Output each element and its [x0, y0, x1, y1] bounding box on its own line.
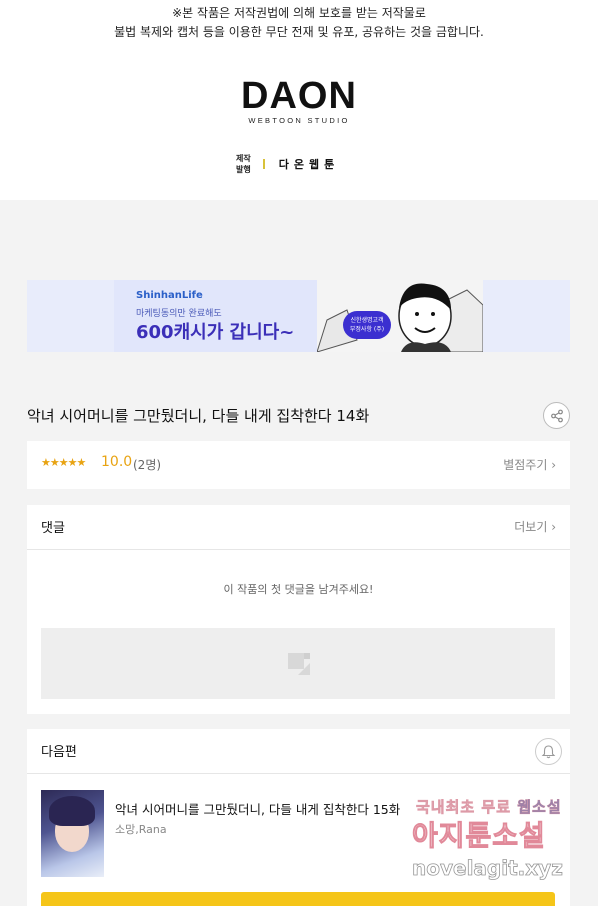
next-episode-author: 소망,Rana — [115, 823, 167, 836]
comments-divider — [27, 549, 570, 550]
comments-panel: 댓글 더보기 › 이 작품의 첫 댓글을 남겨주세요! — [27, 505, 570, 714]
next-episode-divider — [27, 773, 570, 774]
notice-line-1: ※본 작품은 저작권법에 의해 보호를 받는 저작물로 — [172, 6, 426, 20]
production-credit: 제작 발행 다온웹툰 — [236, 153, 339, 175]
ad-badge-line-2: 부정사항 (주) — [349, 326, 385, 333]
rating-panel: ★★★★★ 10.0 (2명) 별점주기 › — [27, 441, 570, 489]
next-episode-title[interactable]: 악녀 시어머니를 그만뒀더니, 다들 내게 집착한다 15화 — [115, 799, 400, 818]
thumbnail-hair — [49, 796, 95, 826]
ad-illustration — [316, 280, 484, 352]
share-button[interactable] — [543, 402, 570, 429]
episode-header: 악녀 시어머니를 그만뒀더니, 다들 내게 집착한다 14화 — [27, 400, 570, 430]
comments-heading: 댓글 — [41, 521, 65, 536]
credit-roles: 제작 발행 — [236, 153, 251, 175]
next-episode-button[interactable] — [41, 892, 555, 906]
logo-wordmark: DAON — [241, 75, 357, 117]
ad-cartoon-image — [316, 283, 484, 352]
ad-headline: 600캐시가 갑니다~ — [136, 322, 295, 343]
bell-icon — [541, 745, 556, 759]
pencil-icon — [288, 653, 310, 675]
credit-role-production: 제작 — [236, 154, 251, 163]
share-icon — [550, 409, 563, 422]
ad-banner[interactable]: ShinhanLife 마케팅동의만 완료해도 600캐시가 갑니다~ 신한생명… — [27, 280, 570, 352]
rate-button[interactable]: 별점주기 › — [503, 456, 556, 473]
rating-score: 10.0 — [101, 454, 133, 470]
ad-badge-line-1: 신한생명고객 — [350, 317, 384, 324]
watermark-brand: 아지툰소설 — [412, 819, 546, 853]
episode-title: 악녀 시어머니를 그만뒀더니, 다들 내게 집착한다 14화 — [27, 407, 370, 425]
site-watermark: 국내최초 무료 웹소설 아지툰소설 novelagit.xyz — [410, 796, 580, 891]
copyright-header: ※본 작품은 저작권법에 의해 보호를 받는 저작물로 불법 복제와 캡처 등을… — [0, 0, 598, 200]
credit-divider — [262, 159, 265, 169]
notify-button[interactable] — [535, 738, 562, 765]
next-episode-heading: 다음편 — [41, 745, 77, 760]
comments-more-button[interactable]: 더보기 › — [514, 518, 556, 535]
ad-brand: ShinhanLife — [136, 290, 203, 301]
rating-stars: ★★★★★ — [41, 456, 86, 469]
studio-logo: DAON WEBTOON STUDIO — [0, 75, 598, 125]
comments-empty-message: 이 작품의 첫 댓글을 남겨주세요! — [223, 583, 374, 596]
rating-count: (2명) — [133, 458, 162, 472]
credit-studio-name: 다온웹툰 — [278, 158, 340, 171]
copyright-notice: ※본 작품은 저작권법에 의해 보호를 받는 저작물로 불법 복제와 캡처 등을… — [0, 4, 598, 42]
comment-input[interactable] — [41, 628, 555, 699]
ad-badge: 신한생명고객 부정사항 (주) — [343, 311, 391, 339]
watermark-url: novelagit.xyz — [412, 856, 564, 881]
notice-line-2: 불법 복제와 캡처 등을 이용한 무단 전재 및 유포, 공유하는 것을 금합니… — [114, 25, 484, 39]
logo-subtitle: WEBTOON STUDIO — [248, 116, 350, 125]
next-episode-thumbnail[interactable] — [41, 790, 104, 877]
credit-role-publishing: 발행 — [236, 165, 251, 174]
